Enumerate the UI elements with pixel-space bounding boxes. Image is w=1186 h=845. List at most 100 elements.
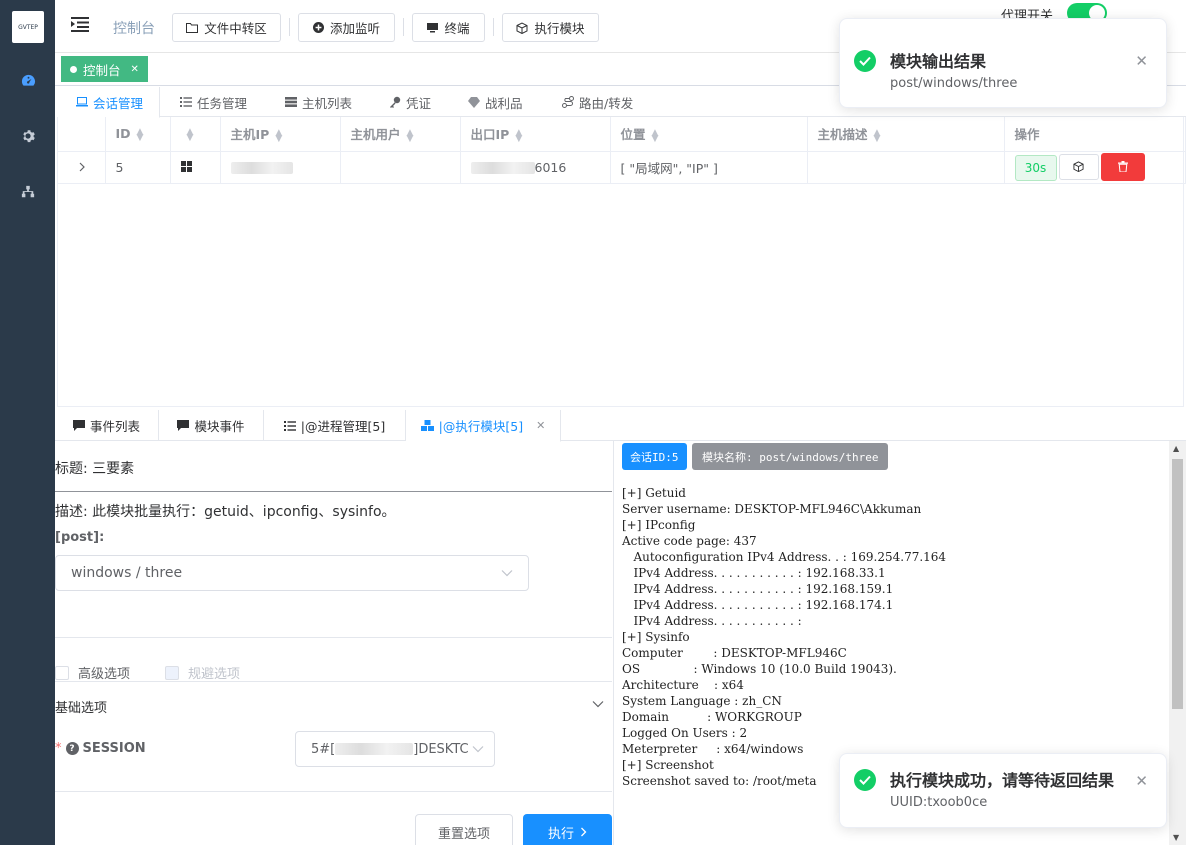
checkbox-box[interactable] <box>165 665 179 680</box>
close-icon[interactable]: ✕ <box>131 64 139 75</box>
scroll-thumb[interactable] <box>1172 459 1183 709</box>
output-line: [+] IPconfig <box>622 518 696 532</box>
output-log: [+] Getuid Server username: DESKTOP-MFL94… <box>622 485 946 789</box>
tab-loot[interactable]: 战利品 <box>468 87 523 117</box>
session-id-tag: 会话ID:5 <box>622 443 687 470</box>
add-listener-button[interactable]: 添加监听 <box>298 13 395 42</box>
tag-label: 控制台 <box>83 62 121 78</box>
sort-icon[interactable]: ▲ ▼ <box>652 128 659 143</box>
tab-execute-module[interactable]: |@执行模块[5] ✕ <box>406 410 561 442</box>
output-line: [+] Sysinfo <box>622 630 690 644</box>
divider <box>289 18 290 36</box>
close-icon[interactable]: ✕ <box>1135 772 1148 790</box>
chevron-right-icon <box>581 827 587 837</box>
chevron-down-icon[interactable] <box>592 697 604 712</box>
execute-label: 执行 <box>547 826 574 842</box>
cubes-icon <box>420 420 434 431</box>
advanced-option-checkbox[interactable]: 高级选项 <box>55 663 130 682</box>
package-icon <box>1073 161 1084 173</box>
tab-host-list[interactable]: 主机列表 <box>285 87 352 117</box>
notification-module-output: 模块输出结果 post/windows/three ✕ <box>839 18 1167 108</box>
output-line: Architecture : x64 <box>622 678 744 692</box>
basic-options-header[interactable]: 基础选项 <box>55 697 107 716</box>
tab-label: 凭证 <box>406 95 432 111</box>
cell-description <box>807 151 1005 184</box>
scroll-up-icon[interactable]: ▲ <box>1173 444 1179 453</box>
column-header-egress-ip[interactable]: 出口IP ▲ ▼ <box>460 117 611 152</box>
scroll-down-icon[interactable]: ▼ <box>1173 833 1179 842</box>
sort-icon[interactable]: ▲ ▼ <box>874 128 881 143</box>
tab-route-forward[interactable]: 路由/转发 <box>562 87 633 117</box>
file-transfer-label: 文件中转区 <box>204 21 267 36</box>
logo-text: GVTEP <box>18 23 38 31</box>
notification-title: 模块输出结果 <box>890 52 987 71</box>
terminal-button[interactable]: 终端 <box>412 13 485 42</box>
sort-icon[interactable]: ▲ ▼ <box>275 128 282 143</box>
expand-chevron-icon[interactable] <box>58 151 106 184</box>
table-row[interactable]: 5 6016 [ "局域网", "IP" ] 30s <box>58 151 1186 184</box>
tab-session-management[interactable]: 会话管理 <box>59 87 160 118</box>
windows-icon <box>180 160 192 172</box>
dashboard-icon[interactable] <box>18 70 38 90</box>
checkbox-box[interactable] <box>55 665 69 680</box>
sort-icon[interactable]: ▲ ▼ <box>515 128 522 143</box>
module-select-value: windows / three <box>71 565 183 581</box>
redacted-value <box>470 162 535 174</box>
tab-event-list[interactable]: 事件列表 <box>55 410 159 441</box>
cell-egress-ip: 6016 <box>460 151 611 184</box>
column-header-id[interactable]: ID ▲ ▼ <box>105 117 171 152</box>
module-button[interactable] <box>1058 153 1099 180</box>
tab-label: 模块事件 <box>194 419 245 434</box>
output-line: System Language : zh_CN <box>622 694 782 708</box>
main-area: 控制台 文件中转区 添加监听 终端 执行模块 代理开关 控制台 ✕ 会话管理 任… <box>55 0 1186 845</box>
tab-credentials[interactable]: 凭证 <box>389 87 431 117</box>
tab-task-management[interactable]: 任务管理 <box>180 87 247 117</box>
menu-collapse-icon[interactable] <box>71 16 91 36</box>
sort-icon[interactable]: ▲ ▼ <box>187 127 194 142</box>
tag-dashboard[interactable]: 控制台 ✕ <box>61 56 148 82</box>
session-label-text: SESSION <box>82 741 146 756</box>
sort-icon[interactable]: ▲ ▼ <box>407 128 414 143</box>
column-header-host-user[interactable]: 主机用户 ▲ ▼ <box>340 117 461 152</box>
sessions-table: ID ▲ ▼ ▲ ▼ 主机IP ▲ ▼ 主机用户 ▲ ▼ 出口IP ▲ ▼ 位置 ▲ ▼ 主机描述 ▲ ▼… <box>57 117 1186 407</box>
tab-label: |@执行模块[5] <box>438 419 524 434</box>
session-select[interactable]: 5#[]DESKTC <box>295 731 495 767</box>
timer-button[interactable]: 30s <box>1014 155 1057 182</box>
column-header-os[interactable]: ▲ ▼ <box>170 117 221 152</box>
file-transfer-button[interactable]: 文件中转区 <box>172 13 281 42</box>
close-icon[interactable]: ✕ <box>536 419 545 432</box>
execute-button[interactable]: 执行 <box>523 814 612 845</box>
gear-icon[interactable] <box>18 126 38 146</box>
breadcrumb[interactable]: 控制台 <box>113 18 155 38</box>
list-icon <box>283 420 296 431</box>
success-check-icon <box>854 769 876 791</box>
folder-icon <box>186 23 199 33</box>
module-name-tag: 模块名称: post/windows/three <box>692 443 889 470</box>
evasion-option-checkbox[interactable]: 规避选项 <box>165 663 240 682</box>
output-line: Domain : WORKGROUP <box>622 710 802 724</box>
output-line: Computer : DESKTOP-MFL946C <box>622 646 847 660</box>
column-header-description[interactable]: 主机描述 ▲ ▼ <box>807 117 1005 152</box>
output-line: OS : Windows 10 (10.0 Build 19043). <box>622 662 897 676</box>
session-prefix: 5#[ <box>311 741 336 757</box>
tab-label: 任务管理 <box>197 95 248 111</box>
exec-module-button[interactable]: 执行模块 <box>502 13 599 42</box>
loot-icon <box>468 96 480 108</box>
column-header-host-ip[interactable]: 主机IP ▲ ▼ <box>220 117 341 152</box>
tab-module-events[interactable]: 模块事件 <box>159 410 264 441</box>
divider <box>55 637 612 638</box>
sort-icon[interactable]: ▲ ▼ <box>137 127 144 142</box>
laptop-icon <box>76 97 88 107</box>
sitemap-icon[interactable] <box>18 182 38 202</box>
scrollbar[interactable]: ▲ ▼ <box>1169 441 1186 845</box>
tab-process-management[interactable]: |@进程管理[5] <box>264 410 406 441</box>
column-header-location[interactable]: 位置 ▲ ▼ <box>610 117 808 152</box>
close-icon[interactable]: ✕ <box>1135 52 1148 70</box>
question-icon[interactable]: ? <box>65 742 79 755</box>
module-select[interactable]: windows / three <box>55 555 529 591</box>
egress-ip-suffix: 6016 <box>534 159 567 175</box>
expand-column-header <box>58 117 106 152</box>
app-logo[interactable]: GVTEP <box>12 11 44 43</box>
delete-button[interactable] <box>1100 152 1145 181</box>
reset-button[interactable]: 重置选项 <box>415 814 513 845</box>
